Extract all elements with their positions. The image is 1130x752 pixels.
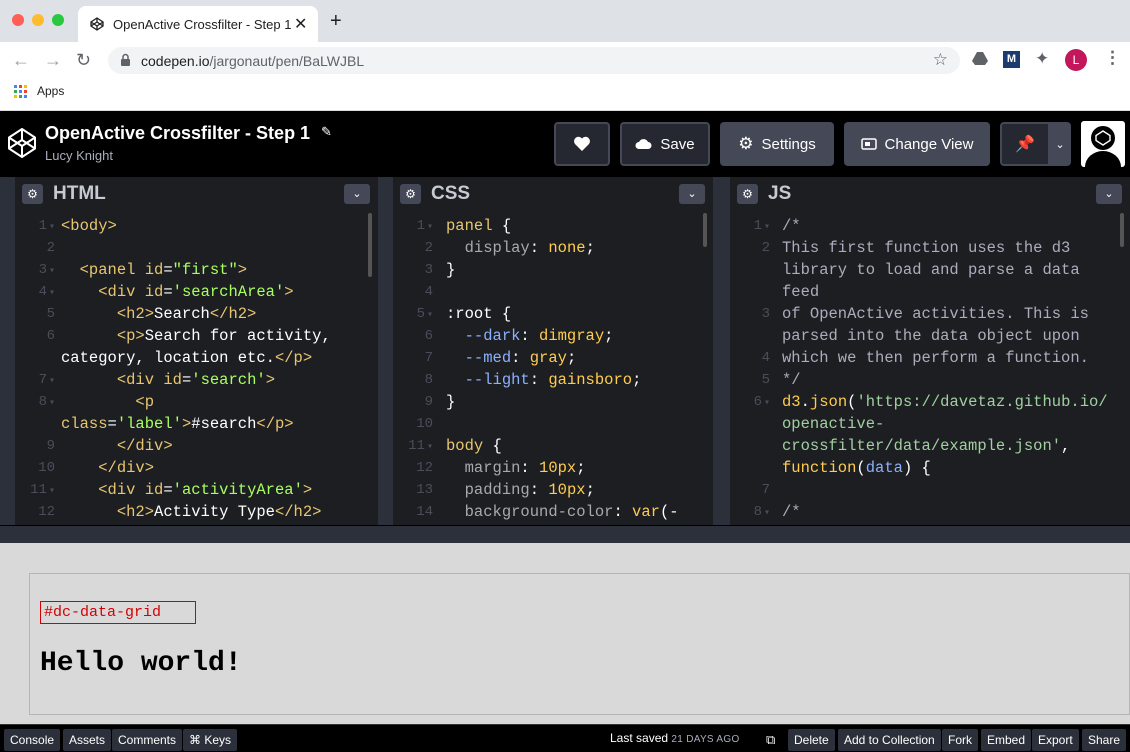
tab-title: OpenActive Crossfilter - Step 1 bbox=[113, 17, 292, 32]
html-css-resizer[interactable] bbox=[378, 177, 393, 525]
bookmark-star-icon[interactable]: ☆ bbox=[933, 50, 948, 70]
forward-icon[interactable]: → bbox=[44, 50, 62, 70]
new-tab-button[interactable]: + bbox=[330, 11, 342, 31]
result-preview: #dc-data-grid Hello world! bbox=[0, 543, 1130, 724]
extensions-puzzle-icon[interactable]: ✦ bbox=[1035, 49, 1049, 69]
browser-tab[interactable]: OpenActive Crossfilter - Step 1 ✕ bbox=[78, 6, 318, 42]
js-settings-gear-icon[interactable]: ⚙ bbox=[737, 184, 758, 204]
drive-extension-icon[interactable] bbox=[972, 51, 988, 65]
css-panel-header: ⚙ CSS ⌄ bbox=[393, 177, 713, 211]
assets-button[interactable]: Assets bbox=[63, 729, 112, 751]
url-path: /jargonaut/pen/BaLWJBL bbox=[209, 53, 365, 69]
layout-view-icon bbox=[860, 138, 877, 150]
apps-bookmark[interactable]: Apps bbox=[37, 84, 64, 98]
chevron-down-icon: ⌄ bbox=[1055, 138, 1065, 151]
address-toolbar: ← → ↻ codepen.io/jargonaut/pen/BaLWJBL ☆… bbox=[0, 42, 1130, 78]
m-extension-icon[interactable]: M bbox=[1003, 51, 1020, 68]
css-js-resizer[interactable] bbox=[713, 177, 730, 525]
css-editor-panel: ⚙ CSS ⌄ 1 ▾ panel { 2 display: none; 3} 4 … bbox=[393, 177, 713, 525]
export-button[interactable]: Export bbox=[1032, 729, 1079, 751]
pen-author[interactable]: Lucy Knight bbox=[45, 148, 113, 163]
editors-area: ⚙ HTML ⌄ 1 ▾ <body> 2 3 ▾ <panel id="first"… bbox=[0, 177, 1130, 525]
html-panel-label: HTML bbox=[53, 183, 106, 204]
fork-button[interactable]: Fork bbox=[942, 729, 978, 751]
pin-icon: 📌 bbox=[1015, 136, 1035, 153]
bookmarks-bar: Apps bbox=[0, 78, 1130, 111]
pen-title[interactable]: OpenActive Crossfilter - Step 1 bbox=[45, 123, 310, 144]
change-view-button[interactable]: Change View bbox=[844, 122, 990, 166]
url-text: codepen.io/jargonaut/pen/BaLWJBL bbox=[141, 53, 364, 69]
heart-icon bbox=[574, 136, 590, 151]
footer-bar: Console Assets Comments ⌘ Keys Last save… bbox=[0, 724, 1130, 752]
settings-button[interactable]: ⚙ Settings bbox=[720, 122, 834, 166]
css-settings-gear-icon[interactable]: ⚙ bbox=[400, 184, 421, 204]
hello-heading: Hello world! bbox=[40, 648, 242, 679]
save-button[interactable]: Save bbox=[620, 122, 710, 166]
keys-button[interactable]: ⌘ Keys bbox=[183, 729, 238, 751]
html-editor-panel: ⚙ HTML ⌄ 1 ▾ <body> 2 3 ▾ <panel id="first"… bbox=[15, 177, 378, 525]
html-panel-header: ⚙ HTML ⌄ bbox=[15, 177, 378, 211]
apps-grid-icon bbox=[14, 85, 27, 98]
maximize-window-button[interactable] bbox=[52, 14, 64, 26]
save-label: Save bbox=[660, 135, 695, 153]
html-panel-chevron-down-icon[interactable]: ⌄ bbox=[344, 184, 370, 204]
user-avatar-icon bbox=[1085, 126, 1121, 167]
codepen-favicon-icon bbox=[90, 17, 104, 31]
url-host: codepen.io bbox=[141, 53, 210, 69]
add-to-collection-button[interactable]: Add to Collection bbox=[838, 729, 941, 751]
js-panel-chevron-down-icon[interactable]: ⌄ bbox=[1096, 184, 1122, 204]
minimize-window-button[interactable] bbox=[32, 14, 44, 26]
change-view-label: Change View bbox=[884, 135, 974, 153]
comments-button[interactable]: Comments bbox=[112, 729, 183, 751]
left-resizer[interactable] bbox=[0, 177, 15, 525]
pin-button[interactable]: 📌 bbox=[1000, 122, 1050, 166]
url-bar[interactable]: codepen.io/jargonaut/pen/BaLWJBL ☆ bbox=[108, 47, 960, 74]
js-panel-header: ⚙ JS ⌄ bbox=[730, 177, 1130, 211]
pin-dropdown-button[interactable]: ⌄ bbox=[1049, 122, 1071, 166]
css-scrollbar[interactable] bbox=[703, 213, 707, 247]
codepen-header: OpenActive Crossfilter - Step 1 ✎ Lucy K… bbox=[0, 111, 1130, 177]
browser-tabbar: OpenActive Crossfilter - Step 1 ✕ + bbox=[0, 0, 1130, 42]
js-scrollbar[interactable] bbox=[1120, 213, 1124, 247]
edit-title-pencil-icon[interactable]: ✎ bbox=[321, 124, 332, 140]
love-button[interactable] bbox=[554, 122, 610, 166]
result-iframe[interactable]: #dc-data-grid Hello world! bbox=[29, 573, 1130, 715]
html-code-editor[interactable]: 1 ▾ <body> 2 3 ▾ <panel id="first"> 4 ▾ <div… bbox=[15, 211, 378, 525]
js-code-editor[interactable]: 1 ▾/* 2 This first function uses the d3 li… bbox=[730, 211, 1130, 525]
settings-label: Settings bbox=[761, 135, 816, 153]
html-scrollbar[interactable] bbox=[368, 213, 372, 277]
reload-icon[interactable]: ↻ bbox=[76, 50, 91, 70]
back-icon[interactable]: ← bbox=[12, 50, 30, 70]
cloud-icon bbox=[635, 139, 652, 149]
html-settings-gear-icon[interactable]: ⚙ bbox=[22, 184, 43, 204]
css-panel-label: CSS bbox=[431, 183, 471, 204]
js-panel-label: JS bbox=[768, 183, 792, 204]
lock-icon bbox=[121, 53, 130, 66]
close-tab-icon[interactable]: ✕ bbox=[294, 14, 307, 34]
close-window-button[interactable] bbox=[12, 14, 24, 26]
delete-button[interactable]: Delete bbox=[788, 729, 835, 751]
dc-data-grid-label: #dc-data-grid bbox=[40, 601, 196, 624]
last-saved-time: 21 DAYS AGO bbox=[671, 734, 740, 745]
css-code-editor[interactable]: 1 ▾ panel { 2 display: none; 3} 4 5 ▾:root … bbox=[393, 211, 713, 525]
settings-gear-icon: ⚙ bbox=[738, 134, 754, 153]
codepen-window: OpenActive Crossfilter - Step 1 ✕ + ← → … bbox=[0, 0, 1130, 752]
editor-result-resizer[interactable] bbox=[0, 525, 1130, 543]
share-button[interactable]: Share bbox=[1082, 729, 1127, 751]
browser-menu-icon[interactable]: ⋮ bbox=[1104, 48, 1121, 68]
user-avatar[interactable] bbox=[1081, 121, 1125, 167]
last-saved-status: Last saved 21 DAYS AGO bbox=[610, 731, 740, 745]
last-saved-label: Last saved bbox=[610, 731, 669, 745]
css-panel-chevron-down-icon[interactable]: ⌄ bbox=[679, 184, 705, 204]
console-button[interactable]: Console bbox=[4, 729, 61, 751]
codepen-logo-icon[interactable] bbox=[7, 127, 37, 159]
profile-avatar[interactable]: L bbox=[1065, 49, 1087, 71]
open-external-icon[interactable]: ⧉ bbox=[760, 729, 781, 751]
js-editor-panel: ⚙ JS ⌄ 1 ▾/* 2 This first function uses th… bbox=[730, 177, 1130, 525]
embed-button[interactable]: Embed bbox=[981, 729, 1032, 751]
